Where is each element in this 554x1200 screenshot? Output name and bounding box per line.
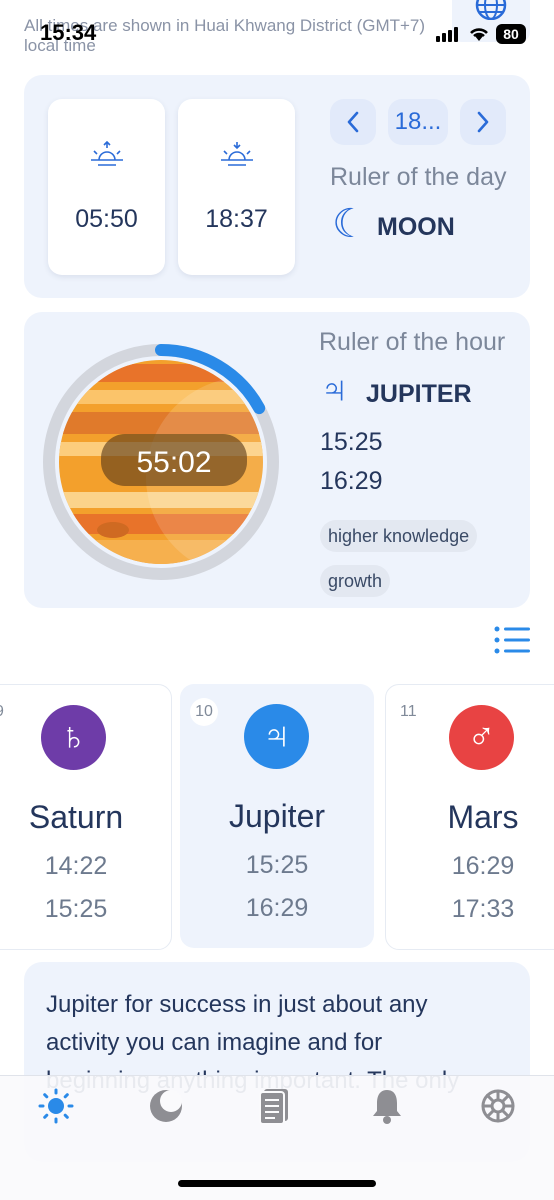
- jupiter-icon: ♃: [320, 369, 349, 411]
- book-icon: [259, 1089, 288, 1125]
- hour-number: 9: [0, 703, 4, 721]
- tag-higher-knowledge: higher knowledge: [320, 520, 478, 552]
- sunset-tile: 18:37: [178, 99, 295, 275]
- moon-icon: [150, 1090, 182, 1122]
- jupiter-planet-icon: ♃: [244, 704, 309, 769]
- sunrise-tile: 05:50: [48, 99, 165, 275]
- planet-end: 17:33: [451, 895, 515, 923]
- hour-card-jupiter[interactable]: 10 ♃ Jupiter 15:25 16:29: [180, 684, 374, 948]
- battery-icon: 80: [496, 24, 526, 44]
- hour-ruler-title: Ruler of the hour: [319, 328, 506, 356]
- sunrise-time: 05:50: [75, 205, 138, 233]
- date-button[interactable]: 18...: [388, 99, 448, 145]
- hour-number: 11: [400, 703, 417, 720]
- tag-growth: growth: [320, 565, 391, 597]
- planet-name: Jupiter: [228, 798, 326, 834]
- tab-moon[interactable]: [146, 1086, 186, 1126]
- saturn-icon: ♄: [41, 705, 106, 770]
- sunset-icon: [221, 142, 253, 166]
- moon-icon: ☾: [332, 202, 368, 246]
- planet-name: Mars: [447, 799, 519, 835]
- tab-sun[interactable]: [36, 1086, 76, 1126]
- day-ruler-title: Ruler of the day: [330, 163, 507, 191]
- planet-end: 15:25: [44, 895, 108, 923]
- wifi-icon: [470, 28, 488, 41]
- hour-ruler-name: JUPITER: [366, 380, 472, 408]
- next-day-button[interactable]: [460, 99, 506, 145]
- planet-end: 16:29: [245, 894, 309, 922]
- hour-start: 15:25: [320, 428, 383, 456]
- day-ruler-name: MOON: [377, 213, 455, 241]
- sunset-time: 18:37: [205, 205, 268, 233]
- hour-card-mars[interactable]: 11 ♂ Mars 16:29 17:33: [385, 684, 554, 950]
- header-heading-cut: [150, 0, 330, 6]
- sun-icon: [38, 1088, 74, 1124]
- prev-day-button[interactable]: [330, 99, 376, 145]
- list-view-icon[interactable]: [494, 626, 530, 654]
- hour-number: 10: [190, 698, 218, 726]
- globe-icon: [475, 0, 507, 20]
- signal-icon: [436, 26, 460, 42]
- status-time: 15:34: [40, 20, 97, 45]
- planet-start: 16:29: [451, 852, 515, 880]
- day-card: 05:50 18:37 18... Ruler of the day ☾ MOO…: [24, 75, 530, 298]
- home-indicator: [178, 1180, 376, 1187]
- planet-name: Saturn: [28, 799, 124, 835]
- date-label: 18...: [394, 108, 442, 135]
- bell-icon: [373, 1090, 401, 1124]
- hour-card: 55:02 Ruler of the hour ♃ JUPITER 15:25 …: [24, 312, 530, 608]
- chevron-left-icon: [347, 111, 359, 133]
- hour-end: 16:29: [320, 467, 383, 495]
- sunrise-icon: [91, 141, 123, 166]
- planet-start: 14:22: [44, 852, 108, 880]
- tab-settings[interactable]: [478, 1086, 518, 1126]
- hour-card-saturn[interactable]: 9 ♄ Saturn 14:22 15:25: [0, 684, 172, 950]
- gear-icon: [481, 1089, 515, 1123]
- chevron-right-icon: [477, 111, 489, 133]
- mars-icon: ♂: [449, 705, 514, 770]
- planet-start: 15:25: [245, 851, 309, 879]
- tab-journal[interactable]: [254, 1086, 294, 1126]
- countdown-timer: 55:02: [136, 446, 212, 479]
- tab-notifications[interactable]: [367, 1086, 407, 1126]
